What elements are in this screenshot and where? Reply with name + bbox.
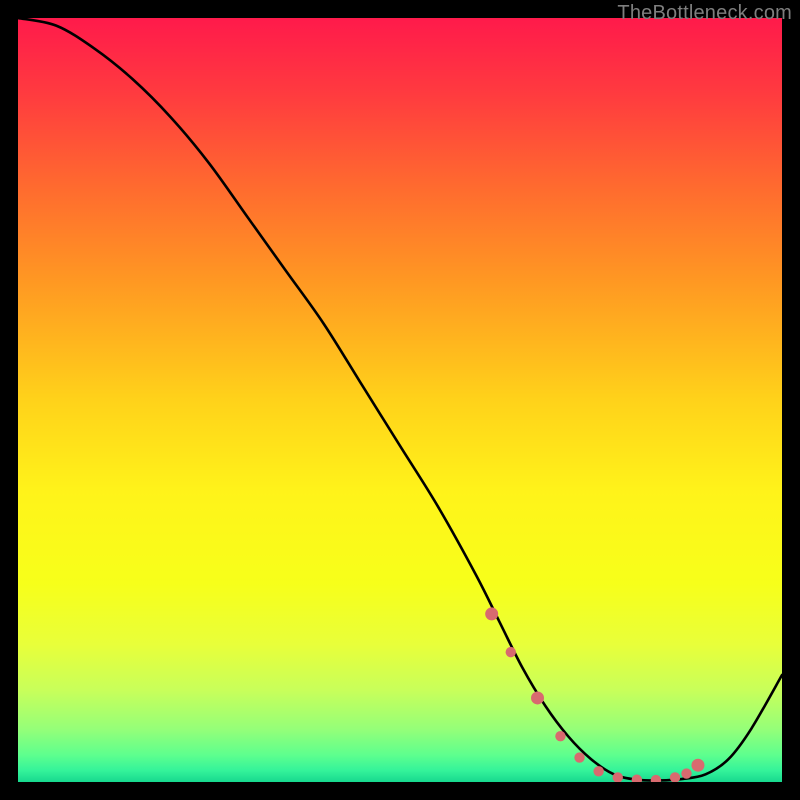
plot-area — [18, 18, 782, 782]
chart-svg — [18, 18, 782, 782]
marker-dot — [485, 607, 498, 620]
marker-dot — [555, 731, 565, 741]
marker-dot — [574, 752, 584, 762]
gradient-bg — [18, 18, 782, 782]
marker-dot — [593, 766, 603, 776]
outer-frame: TheBottleneck.com — [0, 0, 800, 800]
marker-dot — [691, 759, 704, 772]
marker-dot — [681, 768, 691, 778]
watermark-text: TheBottleneck.com — [617, 2, 792, 25]
marker-dot — [531, 691, 544, 704]
marker-dot — [506, 647, 516, 657]
